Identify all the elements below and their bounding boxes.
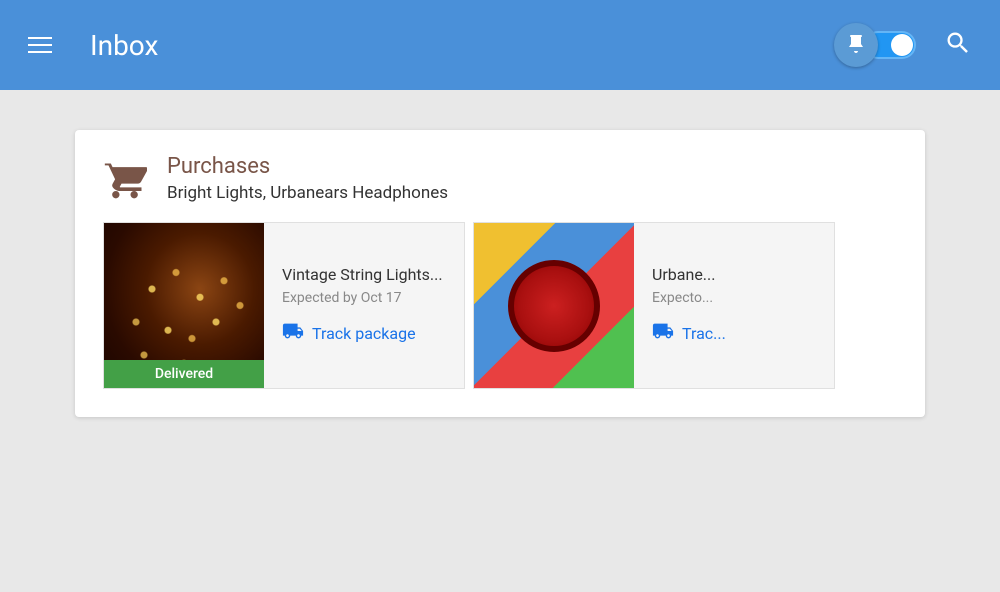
delivered-badge: Delivered: [104, 360, 264, 388]
item-2-details: Urbane... Expecto... Trac...: [634, 223, 834, 388]
purchase-item-1: Delivered Vintage String Lights... Expec…: [103, 222, 465, 389]
main-content: Purchases Bright Lights, Urbanears Headp…: [0, 90, 1000, 592]
toggle-thumb: [891, 34, 913, 56]
item-1-expected: Expected by Oct 17: [282, 290, 446, 306]
purchase-item-2: Urbane... Expecto... Trac...: [473, 222, 835, 389]
track-package-link-2[interactable]: Trac...: [652, 320, 816, 346]
card-category: Purchases: [167, 154, 448, 179]
card-header-text: Purchases Bright Lights, Urbanears Headp…: [167, 154, 448, 203]
headphones-image: [474, 223, 634, 388]
track-package-link[interactable]: Track package: [282, 320, 446, 346]
toggle-container: [834, 23, 916, 67]
item-1-name: Vintage String Lights...: [282, 265, 446, 284]
card-subtitle: Bright Lights, Urbanears Headphones: [167, 183, 448, 203]
cart-icon: [103, 158, 147, 206]
item-2-name: Urbane...: [652, 265, 816, 284]
items-row: Delivered Vintage String Lights... Expec…: [103, 222, 897, 389]
search-button[interactable]: [936, 21, 980, 69]
truck-icon-2: [652, 320, 674, 346]
item-2-expected: Expecto...: [652, 290, 816, 306]
card-header: Purchases Bright Lights, Urbanears Headp…: [103, 154, 897, 206]
truck-icon: [282, 320, 304, 346]
item-2-image: [474, 223, 634, 388]
menu-button[interactable]: [20, 29, 60, 61]
track-package-label-2: Trac...: [682, 324, 726, 343]
app-title: Inbox: [90, 29, 814, 62]
app-header: Inbox: [0, 0, 1000, 90]
header-right-controls: [834, 21, 980, 69]
purchases-card: Purchases Bright Lights, Urbanears Headp…: [75, 130, 925, 417]
item-1-image: Delivered: [104, 223, 264, 388]
toggle-pin-icon[interactable]: [834, 23, 878, 67]
track-package-label: Track package: [312, 324, 416, 343]
item-1-details: Vintage String Lights... Expected by Oct…: [264, 223, 464, 388]
